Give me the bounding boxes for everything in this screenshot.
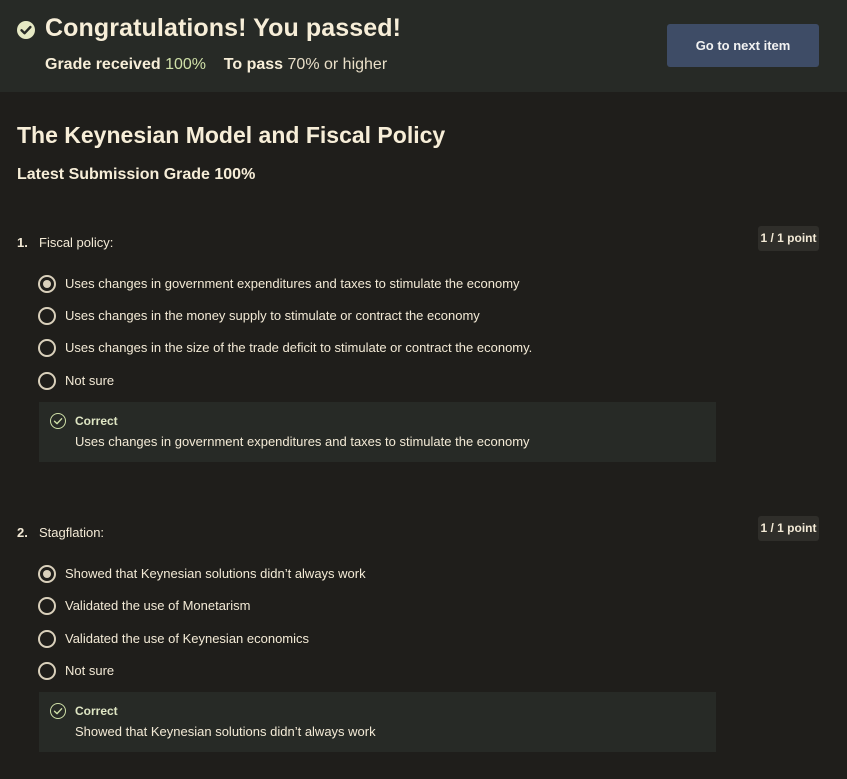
question-number: 2. xyxy=(17,525,28,540)
option-label: Not sure xyxy=(65,663,115,678)
question-text: Fiscal policy: xyxy=(39,235,114,250)
radio-button[interactable] xyxy=(38,597,56,615)
grade-received-label: Grade received xyxy=(45,56,161,73)
feedback-panel: Correct Showed that Keynesian solutions … xyxy=(39,692,716,752)
check-circle-icon xyxy=(50,703,66,719)
radio-button-selected[interactable] xyxy=(38,275,56,293)
grade-received-value: 100% xyxy=(165,56,206,73)
radio-button[interactable] xyxy=(38,372,56,390)
points-badge: 1 / 1 point xyxy=(758,516,819,541)
answer-option[interactable]: Not sure xyxy=(38,662,688,682)
to-pass-suffix: or higher xyxy=(324,56,388,73)
answer-option[interactable]: Validated the use of Keynesian economics xyxy=(38,630,688,650)
radio-button[interactable] xyxy=(38,630,56,648)
latest-submission-grade: Latest Submission Grade 100% xyxy=(17,166,256,183)
feedback-text: Showed that Keynesian solutions didn’t a… xyxy=(75,724,376,739)
feedback-panel: Correct Uses changes in government expen… xyxy=(39,402,716,462)
option-label: Uses changes in the size of the trade de… xyxy=(65,340,533,355)
feedback-status: Correct xyxy=(75,704,118,718)
banner-title: Congratulations! You passed! xyxy=(45,14,402,42)
answer-option[interactable]: Validated the use of Monetarism xyxy=(38,597,688,617)
to-pass-value: 70% xyxy=(287,56,320,73)
go-to-next-item-button[interactable]: Go to next item xyxy=(667,24,819,67)
pass-banner: Congratulations! You passed! Grade recei… xyxy=(0,0,847,92)
option-label: Uses changes in the money supply to stim… xyxy=(65,308,480,323)
option-label: Showed that Keynesian solutions didn’t a… xyxy=(65,566,366,581)
answer-option[interactable]: Showed that Keynesian solutions didn’t a… xyxy=(38,565,688,585)
question-text: Stagflation: xyxy=(39,525,105,540)
feedback-status: Correct xyxy=(75,414,118,428)
option-label: Validated the use of Monetarism xyxy=(65,598,251,613)
question-number: 1. xyxy=(17,235,28,250)
answer-option[interactable]: Uses changes in the money supply to stim… xyxy=(38,307,688,327)
radio-button[interactable] xyxy=(38,339,56,357)
feedback-text: Uses changes in government expenditures … xyxy=(75,434,530,449)
check-circle-icon xyxy=(17,21,35,39)
answer-option[interactable]: Not sure xyxy=(38,372,688,392)
answer-option[interactable]: Uses changes in government expenditures … xyxy=(38,275,688,295)
radio-button[interactable] xyxy=(38,307,56,325)
answer-option[interactable]: Uses changes in the size of the trade de… xyxy=(38,339,688,359)
option-label: Not sure xyxy=(65,373,115,388)
option-label: Uses changes in government expenditures … xyxy=(65,276,520,291)
to-pass-label: To pass xyxy=(223,56,284,73)
radio-button[interactable] xyxy=(38,662,56,680)
option-label: Validated the use of Keynesian economics xyxy=(65,631,310,646)
points-badge: 1 / 1 point xyxy=(758,226,819,251)
radio-button-selected[interactable] xyxy=(38,565,56,583)
page-title: The Keynesian Model and Fiscal Policy xyxy=(17,122,446,148)
check-circle-icon xyxy=(50,413,66,429)
grade-summary: Grade received 100% To pass 70% or highe… xyxy=(45,56,387,74)
